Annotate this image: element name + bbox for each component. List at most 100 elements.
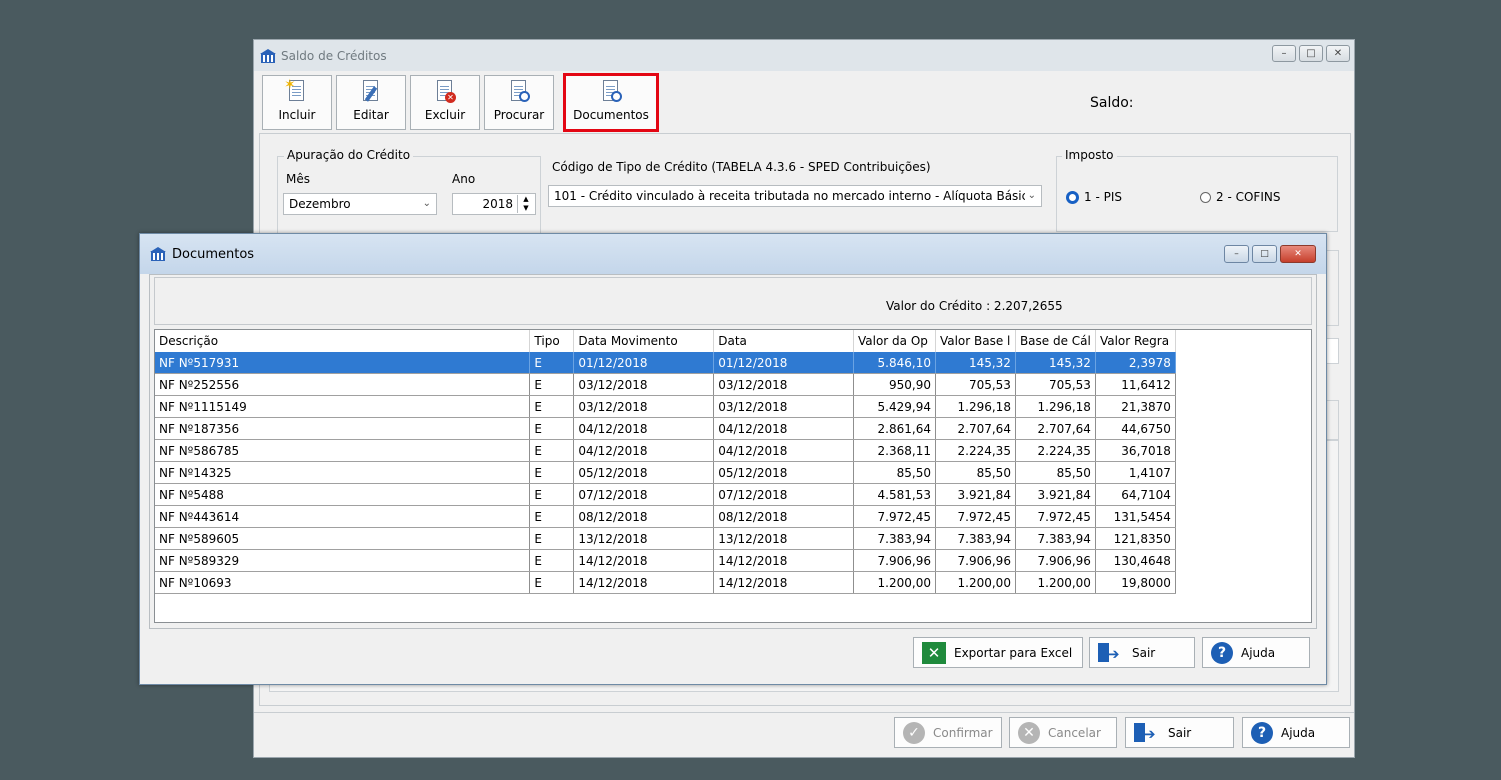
column-header-valor-regra[interactable]: Valor Regra xyxy=(1095,330,1176,352)
minimize-button[interactable]: – xyxy=(1224,245,1249,263)
table-row[interactable]: NF Nº443614 E 08/12/2018 08/12/2018 7.972,45… xyxy=(155,505,1311,528)
cancelar-label: Cancelar xyxy=(1048,725,1101,740)
close-button[interactable]: ✕ xyxy=(1280,245,1316,263)
chevron-down-icon: ⌄ xyxy=(1024,186,1036,206)
column-header-valor-base[interactable]: Valor Base l xyxy=(935,330,1016,352)
column-header-base-calculo[interactable]: Base de Cál xyxy=(1015,330,1096,352)
cell-data: 04/12/2018 xyxy=(713,417,854,440)
saldo-label: Saldo: xyxy=(1090,95,1134,111)
ajuda-button[interactable]: ? Ajuda xyxy=(1242,717,1350,748)
maximize-button[interactable]: □ xyxy=(1299,45,1323,62)
incluir-button[interactable]: ✶ Incluir xyxy=(262,75,332,130)
documents-table: Descrição Tipo Data Movimento Data Valor… xyxy=(155,330,1311,594)
minimize-button[interactable]: – xyxy=(1272,45,1296,62)
cell-valor-operacao: 1.200,00 xyxy=(853,571,936,594)
documents-icon xyxy=(600,80,622,106)
cell-descricao: NF Nº14325 xyxy=(155,461,531,484)
cell-empty xyxy=(1175,461,1311,484)
ano-spinner[interactable]: 2018 ▲ ▼ xyxy=(452,193,536,215)
maximize-button[interactable]: □ xyxy=(1252,245,1277,263)
column-header-valor-operacao[interactable]: Valor da Op xyxy=(853,330,936,352)
cell-descricao: NF Nº589605 xyxy=(155,527,531,550)
procurar-button[interactable]: Procurar xyxy=(484,75,554,130)
table-row[interactable]: NF Nº589329 E 14/12/2018 14/12/2018 7.906,96… xyxy=(155,549,1311,572)
help-icon: ? xyxy=(1211,641,1233,664)
docs-sair-button[interactable]: ➔ Sair xyxy=(1089,637,1195,668)
cell-descricao: NF Nº187356 xyxy=(155,417,531,440)
cancelar-button[interactable]: ✕ Cancelar xyxy=(1009,717,1117,748)
confirmar-button[interactable]: ✓ Confirmar xyxy=(894,717,1002,748)
cell-valor-regra: 121,8350 xyxy=(1095,527,1176,550)
cell-base-calculo: 85,50 xyxy=(1015,461,1096,484)
cell-base-calculo: 7.906,96 xyxy=(1015,549,1096,572)
codigo-value: 101 - Crédito vinculado à receita tribut… xyxy=(554,189,1036,203)
codigo-select[interactable]: 101 - Crédito vinculado à receita tribut… xyxy=(548,185,1042,207)
radio-cofins[interactable]: 2 - COFINS xyxy=(1200,190,1280,204)
table-row[interactable]: NF Nº1115149 E 03/12/2018 03/12/2018 5.429,9… xyxy=(155,395,1311,418)
table-row[interactable]: NF Nº517931 E 01/12/2018 01/12/2018 5.846,10… xyxy=(155,352,1311,374)
editar-label: Editar xyxy=(353,108,389,122)
table-row[interactable]: NF Nº10693 E 14/12/2018 14/12/2018 1.200,00 1… xyxy=(155,571,1311,594)
cell-base-calculo: 3.921,84 xyxy=(1015,483,1096,506)
cell-empty xyxy=(1175,483,1311,506)
table-row[interactable]: NF Nº187356 E 04/12/2018 04/12/2018 2.861,64… xyxy=(155,417,1311,440)
cell-data-movimento: 03/12/2018 xyxy=(573,373,715,396)
cell-valor-operacao: 7.383,94 xyxy=(853,527,936,550)
exportar-excel-button[interactable]: ✕ Exportar para Excel xyxy=(913,637,1083,668)
cell-empty xyxy=(1175,373,1311,396)
table-row[interactable]: NF Nº5488 E 07/12/2018 07/12/2018 4.581,53 3.… xyxy=(155,483,1311,506)
cell-tipo: E xyxy=(529,505,575,528)
sair-button[interactable]: ➔ Sair xyxy=(1125,717,1234,748)
table-row[interactable]: NF Nº589605 E 13/12/2018 13/12/2018 7.383,94… xyxy=(155,527,1311,550)
confirmar-label: Confirmar xyxy=(933,725,993,740)
docs-ajuda-button[interactable]: ? Ajuda xyxy=(1202,637,1310,668)
cell-valor-base: 7.383,94 xyxy=(935,527,1016,550)
cell-valor-regra: 11,6412 xyxy=(1095,373,1176,396)
cell-tipo: E xyxy=(529,417,575,440)
column-header-data[interactable]: Data xyxy=(713,330,854,352)
table-row[interactable]: NF Nº586785 E 04/12/2018 04/12/2018 2.368,11… xyxy=(155,439,1311,462)
docs-sair-label: Sair xyxy=(1132,645,1156,660)
imposto-group-label: Imposto xyxy=(1062,148,1117,162)
cell-valor-base: 85,50 xyxy=(935,461,1016,484)
cell-valor-regra: 36,7018 xyxy=(1095,439,1176,462)
mes-select[interactable]: Dezembro ⌄ xyxy=(283,193,437,215)
table-row[interactable]: NF Nº14325 E 05/12/2018 05/12/2018 85,50 85,5… xyxy=(155,461,1311,484)
cell-empty xyxy=(1175,395,1311,418)
documentos-dialog: Documentos – □ ✕ Valor do Crédito : 2.20… xyxy=(139,233,1327,685)
documents-grid[interactable]: Descrição Tipo Data Movimento Data Valor… xyxy=(154,329,1312,623)
cell-tipo: E xyxy=(529,352,575,374)
valor-credito-label: Valor do Crédito : 2.207,2655 xyxy=(886,299,1063,313)
editar-button[interactable]: Editar xyxy=(336,75,406,130)
cell-descricao: NF Nº252556 xyxy=(155,373,531,396)
column-header-data-movimento[interactable]: Data Movimento xyxy=(573,330,715,352)
cell-tipo: E xyxy=(529,549,575,572)
cell-empty xyxy=(1175,352,1311,374)
search-document-icon xyxy=(508,80,530,106)
cell-valor-operacao: 2.368,11 xyxy=(853,439,936,462)
docs-ajuda-label: Ajuda xyxy=(1241,645,1276,660)
cell-valor-operacao: 5.846,10 xyxy=(853,352,936,374)
cell-valor-regra: 131,5454 xyxy=(1095,505,1176,528)
spinner-arrows-icon[interactable]: ▲ ▼ xyxy=(517,195,534,213)
docs-titlebar: Documentos – □ ✕ xyxy=(140,234,1326,274)
exit-icon: ➔ xyxy=(1098,642,1122,664)
cell-data: 14/12/2018 xyxy=(713,549,854,572)
table-row[interactable]: NF Nº252556 E 03/12/2018 03/12/2018 950,90 70… xyxy=(155,373,1311,396)
cell-base-calculo: 2.224,35 xyxy=(1015,439,1096,462)
cell-data: 03/12/2018 xyxy=(713,395,854,418)
column-header-tipo[interactable]: Tipo xyxy=(529,330,575,352)
cell-empty xyxy=(1175,527,1311,550)
excluir-button[interactable]: ✕ Excluir xyxy=(410,75,480,130)
radio-pis[interactable]: 1 - PIS xyxy=(1066,190,1122,204)
cell-valor-operacao: 950,90 xyxy=(853,373,936,396)
column-header-descricao[interactable]: Descrição xyxy=(155,330,531,352)
cell-data-movimento: 05/12/2018 xyxy=(573,461,715,484)
cell-empty xyxy=(1175,505,1311,528)
codigo-label: Código de Tipo de Crédito (TABELA 4.3.6 … xyxy=(552,160,931,174)
close-button[interactable]: ✕ xyxy=(1326,45,1350,62)
cell-base-calculo: 7.383,94 xyxy=(1015,527,1096,550)
documentos-button[interactable]: Documentos xyxy=(563,73,659,132)
cell-base-calculo: 705,53 xyxy=(1015,373,1096,396)
cell-valor-base: 2.707,64 xyxy=(935,417,1016,440)
